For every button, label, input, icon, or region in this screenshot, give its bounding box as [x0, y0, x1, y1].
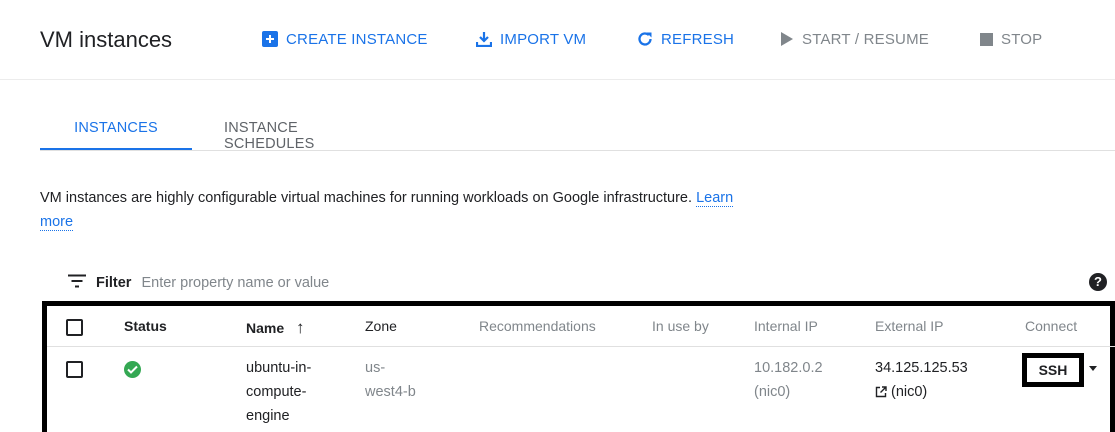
filter-bar: Filter — [68, 272, 502, 294]
instance-name-link[interactable]: ubuntu-in- compute- engine — [246, 356, 311, 428]
refresh-button[interactable]: REFRESH — [637, 29, 734, 49]
stop-icon — [980, 32, 993, 46]
external-ip: 34.125.125.53 (nic0) — [875, 356, 968, 406]
instance-name-line: compute- — [246, 384, 307, 400]
ssh-button[interactable]: SSH — [1022, 353, 1084, 387]
start-resume-button[interactable]: START / RESUME — [780, 29, 929, 49]
description-text: VM instances are highly configurable vir… — [40, 190, 693, 206]
filter-icon[interactable] — [68, 274, 86, 292]
page-title: VM instances — [40, 27, 173, 52]
external-ip-address: 34.125.125.53 — [875, 360, 968, 376]
add-box-icon — [262, 31, 278, 47]
instance-zone: us- west4-b — [365, 356, 416, 404]
sort-ascending-icon: ↑ — [296, 318, 305, 337]
instance-name-line: ubuntu-in- — [246, 360, 312, 376]
zone-line: us- — [365, 360, 386, 376]
play-icon — [780, 32, 794, 46]
import-icon — [476, 31, 492, 47]
internal-ip-address: 10.182.0.2 — [754, 360, 823, 376]
zone-line: west4-b — [365, 384, 416, 400]
column-header-internal-ip[interactable]: Internal IP — [754, 318, 818, 334]
filter-input[interactable] — [141, 275, 502, 291]
external-ip-nic: (nic0) — [891, 384, 928, 400]
instance-name-line: engine — [246, 408, 290, 424]
refresh-label: REFRESH — [661, 30, 735, 48]
refresh-icon — [637, 31, 653, 47]
column-header-name[interactable]: Name ↑ — [246, 318, 305, 338]
create-instance-label: CREATE INSTANCE — [286, 30, 428, 48]
top-action-bar: VM instances CREATE INSTANCE IMPORT VM R… — [0, 0, 1115, 80]
column-header-status[interactable]: Status — [124, 318, 167, 334]
tab-instances[interactable]: INSTANCES — [40, 108, 192, 151]
stop-button[interactable]: STOP — [980, 29, 1042, 49]
create-instance-button[interactable]: CREATE INSTANCE — [262, 29, 428, 49]
column-header-name-label: Name — [246, 320, 285, 336]
column-header-external-ip[interactable]: External IP — [875, 318, 943, 334]
row-checkbox[interactable] — [66, 361, 83, 378]
check-circle-icon — [124, 361, 141, 378]
column-header-in-use-by[interactable]: In use by — [652, 318, 709, 334]
start-resume-label: START / RESUME — [802, 30, 929, 48]
external-ip-link[interactable]: (nic0) — [875, 380, 968, 406]
internal-ip-nic: (nic0) — [754, 384, 791, 400]
select-all-checkbox[interactable] — [66, 319, 83, 336]
filter-label: Filter — [96, 275, 132, 291]
page-description: VM instances are highly configurable vir… — [40, 186, 760, 234]
help-icon[interactable]: ? — [1089, 273, 1107, 291]
column-header-zone[interactable]: Zone — [365, 318, 397, 334]
header-divider — [47, 346, 1115, 347]
internal-ip: 10.182.0.2 (nic0) — [754, 356, 823, 404]
stop-label: STOP — [1001, 30, 1043, 48]
external-link-icon — [875, 382, 887, 406]
import-vm-label: IMPORT VM — [500, 30, 587, 48]
column-header-connect[interactable]: Connect — [1025, 318, 1077, 334]
tab-instance-schedules[interactable]: INSTANCE SCHEDULES — [224, 108, 314, 152]
caret-down-icon[interactable] — [1089, 366, 1097, 371]
column-header-recommendations[interactable]: Recommendations — [479, 318, 596, 334]
tab-divider — [40, 150, 1115, 151]
import-vm-button[interactable]: IMPORT VM — [476, 29, 586, 49]
